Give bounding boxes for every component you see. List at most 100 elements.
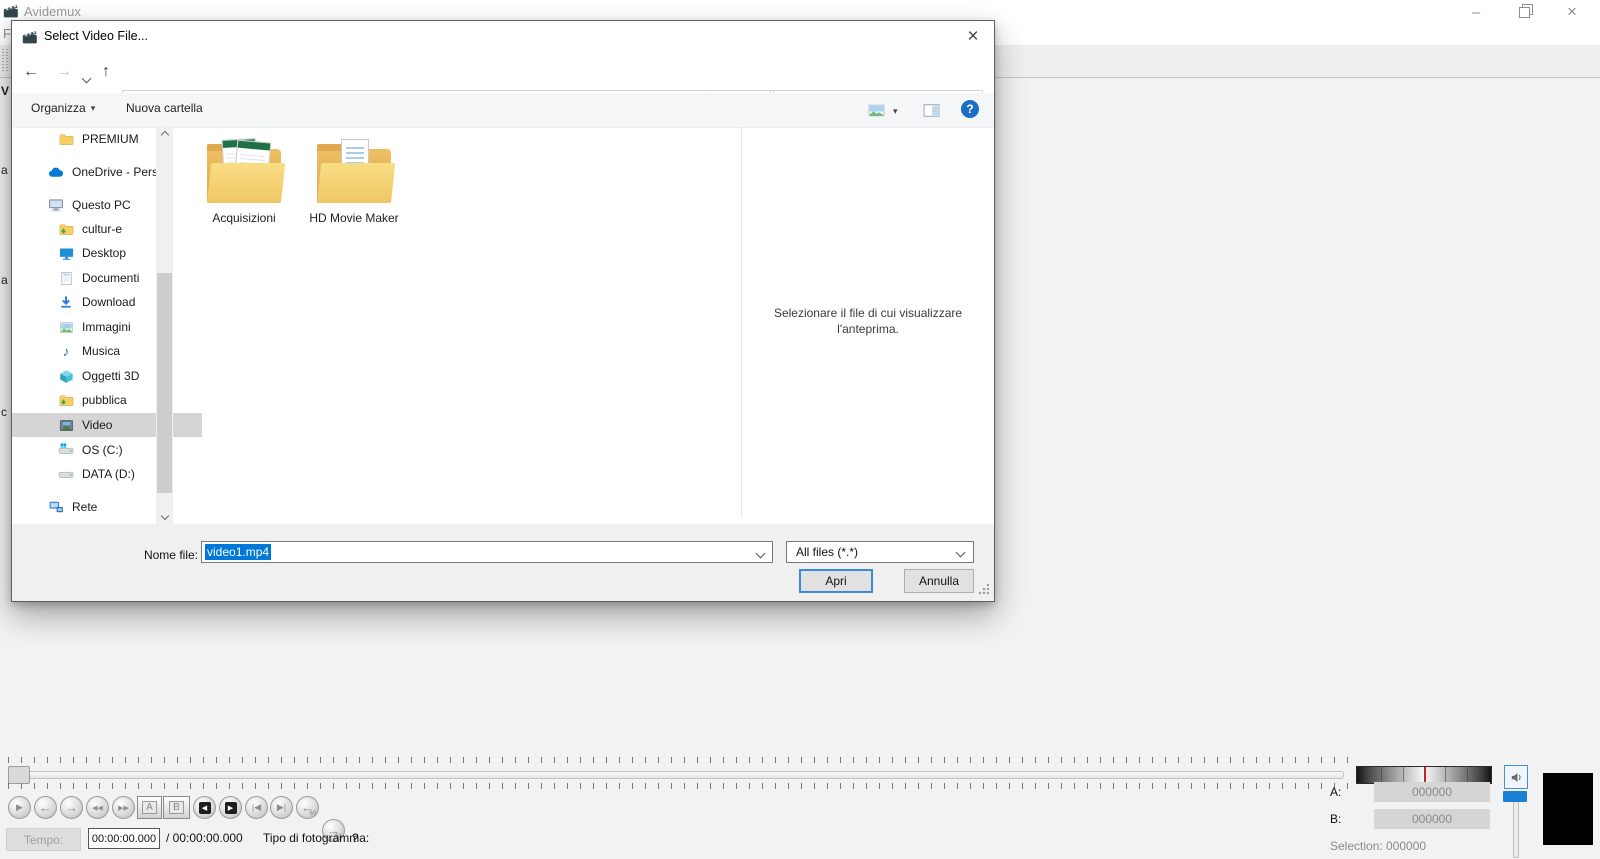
3d-cube-icon <box>58 368 74 384</box>
film-icon <box>58 417 74 433</box>
filename-input[interactable]: video1.mp4 <box>201 541 773 563</box>
view-thumbnails-button[interactable] <box>868 102 885 124</box>
close-window-button[interactable]: × <box>1555 0 1589 24</box>
marker-a-button[interactable]: A <box>137 796 162 819</box>
minimize-button[interactable]: – <box>1459 0 1493 24</box>
folder-name: Acquisizioni <box>212 211 276 225</box>
timeline-slider-handle[interactable] <box>8 766 30 784</box>
filename-label: Nome file: <box>143 548 198 562</box>
preview-pane-button[interactable] <box>923 102 940 124</box>
caret-down-icon: ▾ <box>90 102 96 113</box>
avidemux-app-icon <box>3 3 19 19</box>
document-icon <box>58 270 74 286</box>
file-dialog: Select Video File... × ← → ↑ › Questo PC… <box>11 20 995 602</box>
folder-icon <box>58 131 74 147</box>
nav-back-button[interactable]: ← <box>23 63 39 81</box>
resize-grip[interactable] <box>978 583 990 595</box>
desktop-icon <box>58 245 74 261</box>
first-frame-button[interactable]: |◀ <box>245 796 268 819</box>
panel-fragment: a <box>1 163 8 177</box>
prev-frame-button[interactable]: ← <box>34 796 57 819</box>
tempo-button[interactable]: Tempo: <box>6 828 81 851</box>
sidebar-item-musica[interactable]: ♪ Musica <box>12 339 202 363</box>
jog-center-marker <box>1424 767 1426 783</box>
scroll-down-button[interactable] <box>156 508 173 524</box>
help-button[interactable]: ? <box>961 100 979 118</box>
picture-icon <box>58 319 74 335</box>
folder-item-acquisizioni[interactable]: Acquisizioni <box>189 138 299 225</box>
dialog-titlebar[interactable]: Select Video File... × <box>12 21 994 53</box>
sidebar-item-documenti[interactable]: Documenti <box>12 266 202 290</box>
marker-a-value: 000000 <box>1374 782 1490 802</box>
timeline-ticks-top <box>8 757 1348 763</box>
toolbar-grip[interactable] <box>6 49 8 73</box>
last-frame-button[interactable]: ▶| <box>270 796 293 819</box>
scroll-up-button[interactable] <box>156 127 173 143</box>
time-current-field[interactable]: 00:00:00.000 <box>88 828 160 849</box>
panel-fragment: a <box>1 273 8 287</box>
drive-icon <box>58 466 74 482</box>
chevron-down-icon <box>160 511 169 521</box>
preview-pane-divider <box>741 127 742 518</box>
restore-button[interactable] <box>1507 0 1541 24</box>
dialog-close-button[interactable]: × <box>952 21 994 53</box>
nav-history-chevron[interactable] <box>81 69 92 87</box>
dialog-clapper-icon <box>22 29 38 45</box>
sidebar-item-data-d[interactable]: DATA (D:) <box>12 462 202 486</box>
organize-button[interactable]: Organizza ▾ <box>31 101 95 115</box>
sidebar-item-download[interactable]: Download <box>12 290 202 314</box>
scrollbar-thumb[interactable] <box>157 273 172 493</box>
toolbar-grip[interactable] <box>2 49 4 73</box>
preview-pane-icon <box>923 102 940 119</box>
video-preview-area <box>1543 773 1593 845</box>
dialog-nav-row: ← → ↑ › Questo PC › Video <box>12 53 994 122</box>
prev-keyframe-button[interactable]: ◀ <box>193 796 216 819</box>
sidebar-item-desktop[interactable]: Desktop <box>12 241 202 265</box>
play-button[interactable]: ▶ <box>8 796 31 819</box>
sidebar-item-cultur-e[interactable]: cultur-e <box>12 217 202 241</box>
folder-item-hd-movie-maker[interactable]: HD Movie Maker <box>299 139 409 225</box>
filetype-dropdown[interactable]: All files (*.*) <box>786 541 974 563</box>
volume-slider-handle[interactable] <box>1503 791 1527 802</box>
onedrive-cloud-icon <box>48 164 64 180</box>
marker-b-button[interactable]: B <box>163 796 190 819</box>
sidebar-item-immagini[interactable]: Immagini <box>12 315 202 339</box>
chevron-down-icon <box>81 73 92 84</box>
timeline-slider-track[interactable] <box>8 771 1344 779</box>
filename-selected-text: video1.mp4 <box>205 544 272 560</box>
open-button[interactable]: Apri <box>799 569 873 593</box>
chevron-down-icon[interactable] <box>755 548 766 559</box>
file-menu-fragment[interactable]: F <box>3 26 11 41</box>
panel-fragment: c <box>1 405 7 419</box>
new-folder-button[interactable]: Nuova cartella <box>126 101 203 115</box>
sidebar-item-oggetti-3d[interactable]: Oggetti 3D <box>12 364 202 388</box>
download-icon <box>58 294 74 310</box>
sidebar-item-premium[interactable]: PREMIUM <box>12 127 202 151</box>
frame-type-value: ? <box>352 831 359 845</box>
sidebar-item-os-c[interactable]: OS (C:) <box>12 438 202 462</box>
view-options-caret[interactable]: ▾ <box>893 106 898 117</box>
cancel-button[interactable]: Annulla <box>904 569 974 593</box>
folder-icon <box>205 138 286 205</box>
timeline-ticks-bottom <box>8 783 1348 789</box>
speaker-icon <box>1509 770 1524 785</box>
network-icon <box>48 499 64 515</box>
fast-forward-button[interactable]: ▶▶ <box>112 796 135 819</box>
next-frame-button[interactable]: → <box>60 796 83 819</box>
music-note-icon: ♪ <box>62 343 70 359</box>
back-60s-button[interactable]: ← 60 <box>296 796 319 819</box>
marker-a-label: A: <box>1330 785 1342 799</box>
os-drive-icon <box>58 442 74 458</box>
sidebar-item-pubblica[interactable]: pubblica <box>12 388 202 412</box>
shared-folder-icon <box>58 221 74 237</box>
time-total-label: / 00:00:00.000 <box>166 831 243 845</box>
sidebar-scrollbar[interactable] <box>156 127 173 524</box>
sidebar-item-video[interactable]: Video <box>12 413 202 437</box>
nav-forward-button[interactable]: → <box>56 63 72 81</box>
mute-button[interactable] <box>1504 765 1528 789</box>
folder-icon <box>315 139 396 205</box>
thumbnails-icon <box>868 102 885 119</box>
fast-backward-button[interactable]: ◀◀ <box>86 796 109 819</box>
next-keyframe-button[interactable]: ▶ <box>219 796 242 819</box>
nav-up-button[interactable]: ↑ <box>102 63 110 81</box>
